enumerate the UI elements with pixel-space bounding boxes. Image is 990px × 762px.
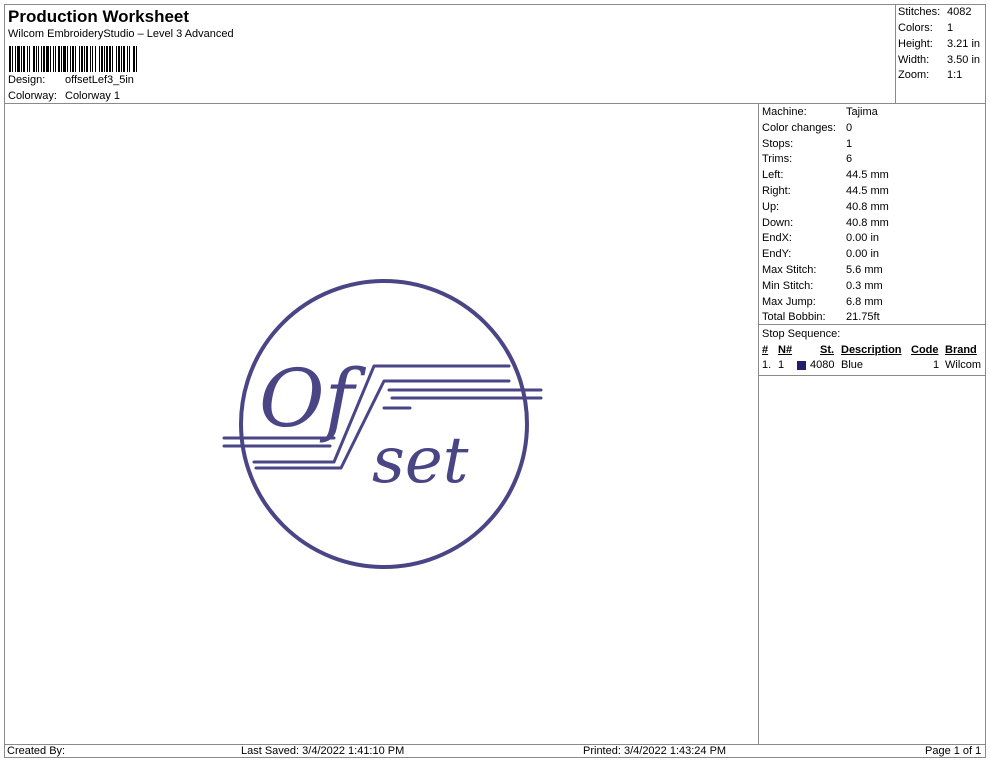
detail-value: 0.00 in — [846, 248, 880, 261]
page-title: Production Worksheet — [8, 7, 190, 26]
detail-row: Min Stitch: 0.3 mm — [762, 280, 883, 292]
worksheet-footer: Created By: Last Saved: 3/4/2022 1:41:10… — [4, 744, 986, 758]
details-panel: Machine: Tajima Color changes: 0 Stops: 1 Trim… — [759, 104, 986, 744]
detail-label: Max Stitch: — [762, 264, 817, 276]
detail-row: Up: 40.8 mm — [762, 201, 889, 213]
colorway-label: Colorway: — [8, 90, 57, 102]
barcode — [9, 46, 212, 72]
col-code-header: Code — [911, 344, 939, 356]
col-needle-header: N# — [778, 344, 793, 356]
detail-label: Total Bobbin: — [762, 311, 826, 324]
stop-sequence: Stop Sequence: # N# St. Description Code… — [759, 324, 986, 376]
colorway-value: Colorway 1 — [65, 90, 121, 102]
detail-row: Machine: Tajima — [762, 106, 878, 118]
height-row: Height: 3.21 in — [898, 38, 980, 50]
detail-label: Stops: — [762, 137, 794, 150]
detail-row: Color changes: 0 — [762, 122, 852, 134]
detail-label: Machine: — [762, 106, 807, 118]
colorway-row: Colorway: Colorway 1 — [8, 90, 120, 102]
printed-date: Printed: 3/4/2022 1:43:24 PM — [583, 745, 727, 757]
design-label: Design: — [8, 74, 46, 86]
design-text-of: Of — [259, 352, 367, 445]
detail-label: Right: — [762, 185, 791, 197]
detail-value: 0.00 in — [846, 232, 880, 245]
detail-value: 6.8 mm — [846, 295, 883, 308]
design-name-row: Design: offsetLef3_5in — [8, 74, 134, 86]
col-stitches-header: St. — [820, 344, 835, 356]
created-by: Created By: — [7, 745, 66, 757]
zoom-value: 1:1 — [947, 69, 963, 81]
zoom-row: Zoom: 1:1 — [898, 69, 962, 81]
detail-row: Left: 44.5 mm — [762, 169, 889, 181]
detail-value: 44.5 mm — [846, 185, 889, 197]
detail-row: Total Bobbin: 21.75ft — [762, 311, 880, 323]
detail-row: Trims: 6 — [762, 153, 852, 165]
barcode-bar — [137, 46, 138, 72]
row-code: 1 — [933, 359, 940, 371]
stitches-label: Stitches: — [898, 6, 941, 18]
design-text-set: set — [372, 424, 469, 498]
detail-label: Trims: — [762, 153, 793, 166]
detail-row: Right: 44.5 mm — [762, 185, 889, 197]
last-saved: Last Saved: 3/4/2022 1:41:10 PM — [241, 745, 405, 757]
stop-sequence-title: Stop Sequence: — [762, 328, 841, 340]
page-number: Page 1 of 1 — [925, 745, 982, 757]
detail-label: Up: — [762, 200, 780, 213]
embroidery-design: Of set — [222, 279, 543, 569]
row-stitches: 4080 — [810, 359, 835, 371]
width-row: Width: 3.50 in — [898, 54, 980, 66]
detail-row: Stops: 1 — [762, 138, 852, 150]
worksheet-header: Production Worksheet Wilcom EmbroiderySt… — [4, 4, 896, 104]
detail-value: 40.8 mm — [846, 216, 889, 229]
colors-label: Colors: — [898, 22, 933, 34]
detail-value: Tajima — [846, 106, 878, 118]
detail-label: Max Jump: — [762, 295, 816, 308]
col-description-header: Description — [841, 344, 902, 356]
detail-value: 44.5 mm — [846, 169, 889, 182]
row-index: 1. — [762, 359, 772, 371]
detail-value: 5.6 mm — [846, 264, 883, 276]
height-label: Height: — [898, 38, 933, 50]
row-needle: 1 — [778, 359, 785, 371]
col-index-header: # — [762, 344, 769, 356]
height-value: 3.21 in — [947, 38, 981, 50]
stitches-value: 4082 — [947, 6, 972, 18]
software-name: Wilcom EmbroideryStudio – Level 3 Advanc… — [8, 28, 234, 40]
detail-label: Left: — [762, 169, 784, 182]
detail-label: EndY: — [762, 248, 792, 261]
detail-value: 0.3 mm — [846, 279, 883, 292]
summary-box: Stitches: 4082 Colors: 1 Height: 3.21 in Wi… — [896, 4, 986, 104]
colors-value: 1 — [947, 22, 954, 34]
detail-label: Down: — [762, 216, 794, 229]
detail-value: 21.75ft — [846, 311, 880, 324]
row-description: Blue — [841, 359, 864, 371]
color-swatch — [797, 361, 806, 370]
detail-row: EndX: 0.00 in — [762, 232, 879, 244]
stitches-row: Stitches: 4082 — [898, 6, 971, 18]
row-brand: Wilcom — [945, 359, 982, 371]
detail-row: Max Stitch: 5.6 mm — [762, 264, 883, 276]
design-value: offsetLef3_5in — [65, 74, 134, 86]
col-brand-header: Brand — [945, 344, 977, 356]
detail-label: Color changes: — [762, 121, 836, 134]
detail-value: 6 — [846, 153, 853, 166]
zoom-label: Zoom: — [898, 69, 930, 81]
width-label: Width: — [898, 54, 930, 66]
detail-label: Min Stitch: — [762, 279, 814, 292]
detail-row: Max Jump: 6.8 mm — [762, 296, 883, 308]
detail-value: 40.8 mm — [846, 200, 889, 213]
colors-row: Colors: 1 — [898, 22, 953, 34]
width-value: 3.50 in — [947, 54, 981, 66]
detail-value: 1 — [846, 137, 853, 150]
detail-value: 0 — [846, 121, 853, 134]
detail-row: EndY: 0.00 in — [762, 248, 879, 260]
detail-row: Down: 40.8 mm — [762, 217, 889, 229]
detail-label: EndX: — [762, 232, 792, 245]
design-preview: Of set — [4, 104, 759, 744]
